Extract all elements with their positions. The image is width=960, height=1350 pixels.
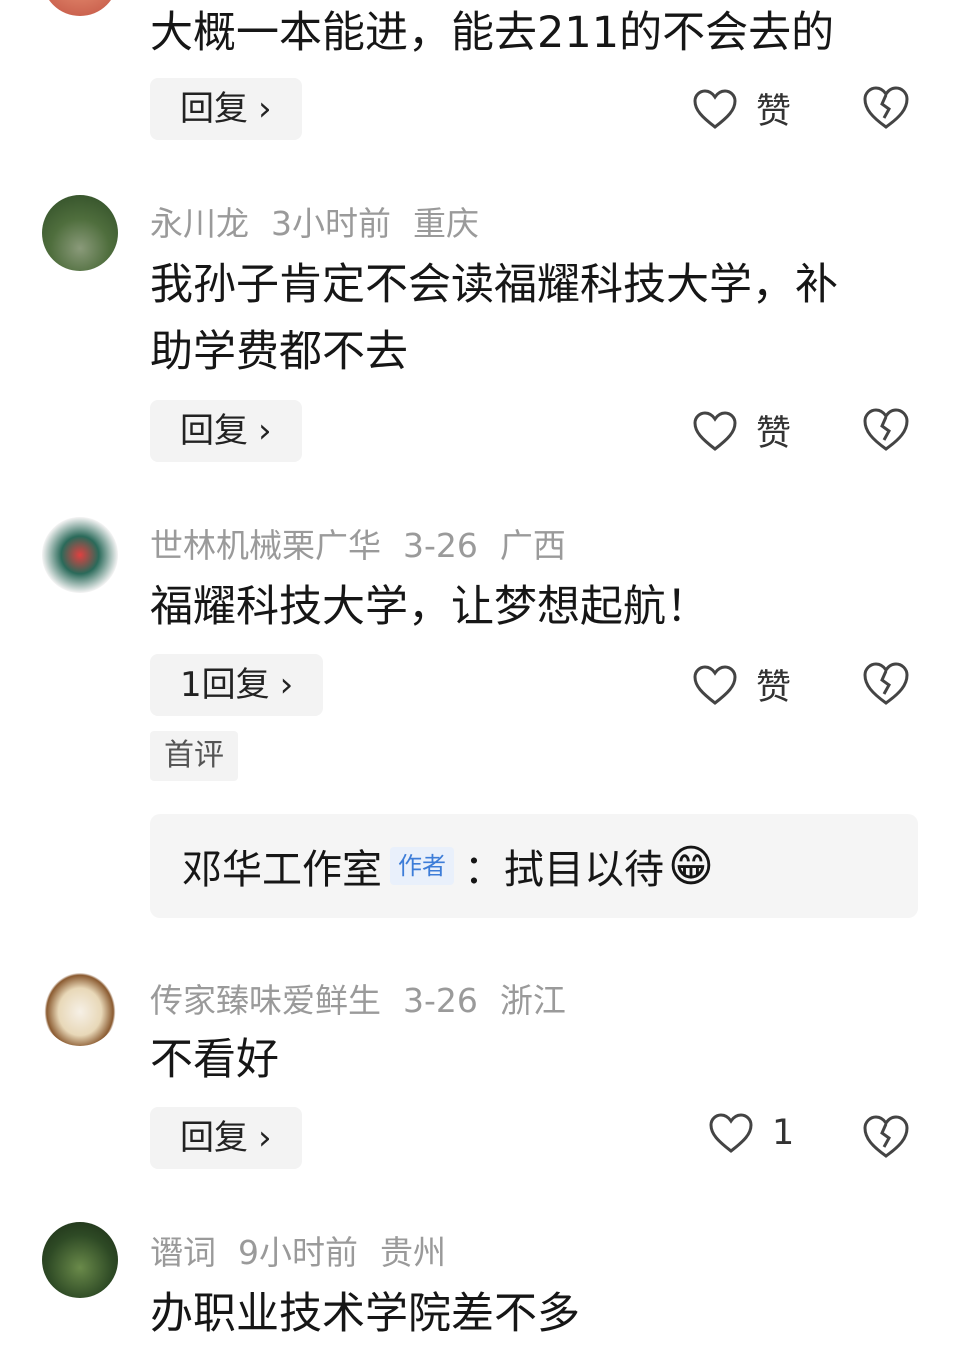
comment-text: 我孙子肯定不会读福耀科技大学，补 助学费都不去 (150, 260, 838, 377)
like-label: 赞 (756, 414, 792, 454)
like-button[interactable]: 1 (708, 1112, 794, 1154)
avatar[interactable] (42, 1222, 118, 1298)
reply-button[interactable]: 回复 › (150, 1107, 302, 1169)
comment-region: 广西 (499, 526, 566, 565)
broken-heart-icon[interactable] (862, 1113, 910, 1161)
like-label: 赞 (756, 668, 792, 708)
comment-meta: 谮词 9小时前 贵州 (150, 1226, 468, 1274)
author-badge: 作者 (390, 847, 454, 885)
chevron-right-icon: › (258, 89, 272, 129)
sub-reply-text: ：拭目以待 (464, 847, 664, 893)
first-comment-tag: 首评 (150, 731, 238, 781)
comment-time: 3-26 (403, 981, 478, 1020)
avatar[interactable] (42, 195, 118, 271)
like-button[interactable]: 赞 (692, 83, 791, 134)
comment-time: 3小时前 (271, 204, 391, 243)
broken-heart-icon[interactable] (862, 660, 910, 708)
like-button[interactable]: 赞 (692, 659, 791, 710)
like-label: 赞 (756, 92, 792, 132)
comment-meta: 传家臻味爱鲜生 3-26 浙江 (150, 974, 588, 1022)
comment-region: 浙江 (499, 981, 566, 1020)
chevron-right-icon: › (258, 1118, 272, 1158)
reply-button[interactable]: 回复 › (150, 78, 302, 140)
like-count: 1 (772, 1113, 795, 1153)
reply-label: 1回复 (180, 665, 270, 705)
chevron-right-icon: › (258, 411, 272, 451)
comment-author[interactable]: 世林机械栗广华 (150, 526, 381, 565)
comment-text: 大概一本能进，能去211的不会去的 (150, 8, 835, 58)
heart-outline-icon (693, 410, 737, 451)
comment-author[interactable]: 传家臻味爱鲜生 (150, 981, 381, 1020)
sub-reply-author[interactable]: 邓华工作室 (182, 837, 382, 895)
comment-text: 福耀科技大学，让梦想起航！ (150, 582, 709, 632)
reply-button[interactable]: 回复 › (150, 400, 302, 462)
comment-meta: 世林机械栗广华 3-26 广西 (150, 519, 588, 567)
comment-author[interactable]: 谮词 (150, 1233, 216, 1272)
sub-reply-box[interactable]: 邓华工作室 作者 ：拭目以待 😁 (150, 814, 918, 918)
avatar[interactable] (42, 0, 118, 16)
comment-time: 3-26 (403, 526, 478, 565)
reply-label: 回复 (180, 89, 248, 129)
comment-time: 9小时前 (238, 1233, 358, 1272)
heart-outline-icon (693, 664, 737, 705)
comment-meta: 永川龙 3小时前 重庆 (150, 197, 501, 245)
reply-label: 回复 (180, 1118, 248, 1158)
avatar[interactable] (42, 517, 118, 593)
reply-label: 回复 (180, 411, 248, 451)
heart-outline-icon (693, 88, 737, 129)
comment-text: 办职业技术学院差不多 (150, 1289, 580, 1339)
comment-region: 贵州 (380, 1233, 446, 1272)
broken-heart-icon[interactable] (862, 406, 910, 454)
heart-outline-icon (709, 1113, 753, 1153)
avatar[interactable] (42, 970, 118, 1046)
reply-button[interactable]: 1回复 › (150, 654, 324, 716)
like-button[interactable]: 赞 (692, 405, 791, 456)
comment-author[interactable]: 永川龙 (150, 204, 249, 243)
broken-heart-icon[interactable] (862, 84, 910, 132)
comment-region: 重庆 (413, 204, 479, 243)
grin-emoji-icon: 😁 (668, 840, 714, 892)
comment-text: 不看好 (150, 1035, 279, 1085)
chevron-right-icon: › (279, 665, 294, 705)
